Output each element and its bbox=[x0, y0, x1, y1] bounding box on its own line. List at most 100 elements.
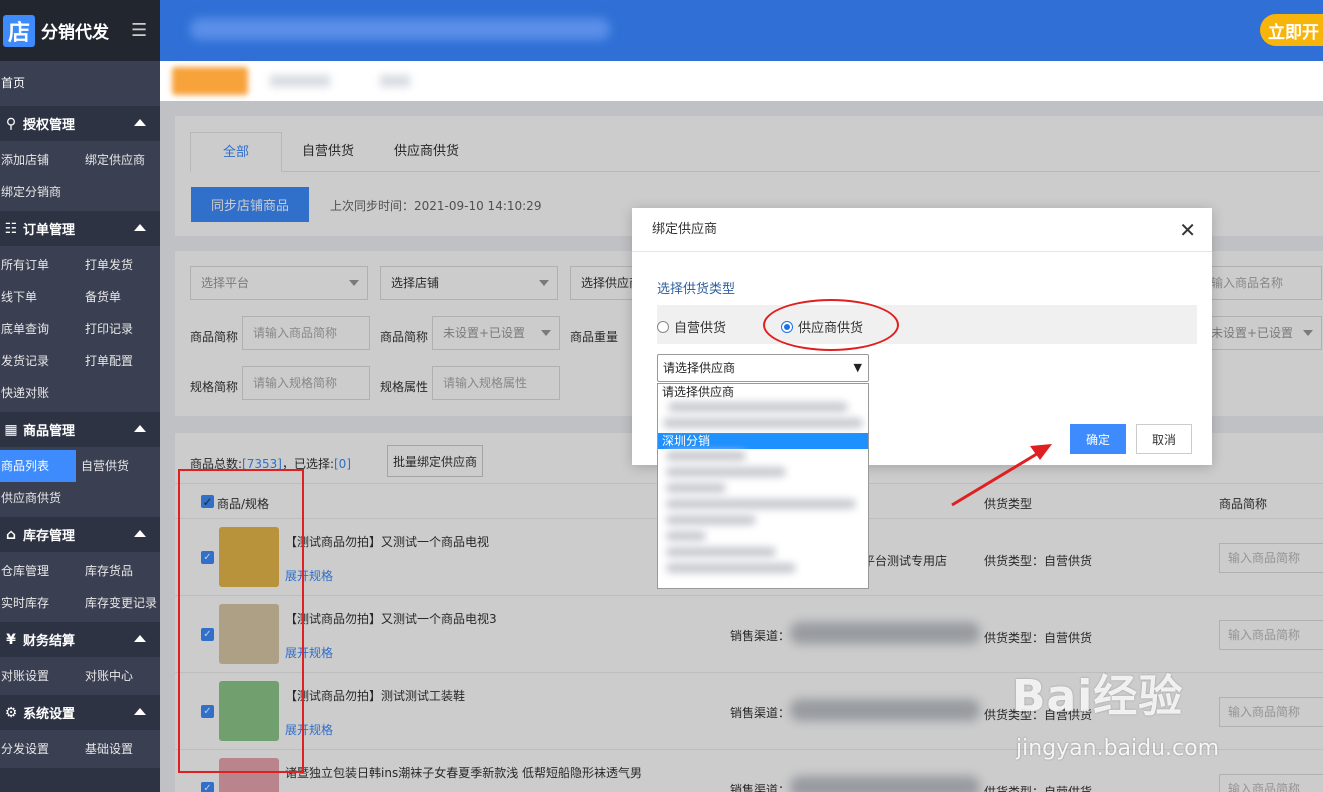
blurred-option[interactable] bbox=[658, 418, 868, 432]
chevron-down-icon: ▼ bbox=[853, 361, 862, 374]
caret-up-icon[interactable] bbox=[134, 224, 146, 231]
sidebar-item bbox=[80, 176, 160, 208]
nav-row: 快递对账 bbox=[0, 377, 160, 409]
nav-row: 所有订单 打单发货 bbox=[0, 249, 160, 281]
nav-group-title: 订单管理 bbox=[23, 223, 76, 238]
blurred-banner bbox=[190, 18, 610, 40]
caret-up-icon[interactable] bbox=[134, 425, 146, 432]
home-icon: ⌂ bbox=[5, 526, 17, 543]
supply-type-radio-group: 自营供货 供应商供货 bbox=[657, 305, 1197, 344]
sidebar-item[interactable]: 对账中心 bbox=[80, 660, 160, 692]
app-logo: 店 分销代发 ☰ bbox=[0, 0, 160, 61]
close-icon[interactable]: ✕ bbox=[1179, 208, 1196, 252]
yen-icon: ¥ bbox=[6, 631, 16, 648]
confirm-button[interactable]: 确定 bbox=[1070, 424, 1126, 454]
nav-group-2[interactable]: ▦ 商品管理 bbox=[0, 412, 160, 447]
nav-group-title: 授权管理 bbox=[23, 118, 76, 133]
sidebar-item[interactable]: 库存货品 bbox=[80, 555, 160, 587]
nav-row: 实时库存 库存变更记录 bbox=[0, 587, 160, 619]
sidebar-item[interactable]: 仓库管理 bbox=[0, 555, 80, 587]
supplier-select[interactable]: 请选择供应商 ▼ bbox=[657, 354, 869, 382]
cancel-button[interactable]: 取消 bbox=[1136, 424, 1192, 454]
nav-group-body: 商品列表 自营供货 供应商供货 bbox=[0, 447, 160, 517]
sidebar: 店 分销代发 ☰ 首页 ⚲ 授权管理添加店铺 绑定供应商 绑定分销商 ☷ 订单管理所有订单… bbox=[0, 0, 160, 792]
sidebar-item[interactable]: 供应商供货 bbox=[0, 482, 80, 514]
blurred-option[interactable] bbox=[658, 451, 868, 465]
annotation-ellipse bbox=[763, 299, 899, 351]
sidebar-item[interactable]: 备货单 bbox=[80, 281, 160, 313]
nav-group-body: 仓库管理 库存货品 实时库存 库存变更记录 bbox=[0, 552, 160, 622]
supplier-dropdown-list: 请选择供应商 深圳分销 bbox=[657, 383, 869, 589]
sidebar-item[interactable]: 商品列表 bbox=[0, 450, 76, 482]
blurred-tab[interactable] bbox=[380, 75, 410, 87]
order-icon: ☷ bbox=[4, 220, 18, 237]
annotation-rectangle bbox=[178, 469, 304, 773]
nav-group-title: 库存管理 bbox=[23, 529, 76, 544]
dialog-header: 绑定供应商 ✕ bbox=[632, 208, 1212, 252]
nav-row: 供应商供货 bbox=[0, 482, 160, 514]
nav-group-4[interactable]: ¥ 财务结算 bbox=[0, 622, 160, 657]
sidebar-item[interactable]: 对账设置 bbox=[0, 660, 80, 692]
caret-up-icon[interactable] bbox=[134, 530, 146, 537]
sidebar-item[interactable]: 实时库存 bbox=[0, 587, 80, 619]
grid-icon: ▦ bbox=[4, 421, 18, 438]
caret-up-icon[interactable] bbox=[134, 635, 146, 642]
blurred-option[interactable] bbox=[658, 531, 868, 545]
caret-up-icon[interactable] bbox=[134, 708, 146, 715]
blurred-tab[interactable] bbox=[270, 75, 330, 87]
nav-group-body: 分发设置 基础设置 bbox=[0, 730, 160, 768]
watermark-url: jingyan.baidu.com bbox=[1016, 736, 1220, 761]
upgrade-button[interactable]: 立即开 bbox=[1260, 14, 1323, 46]
blurred-tab-active[interactable] bbox=[172, 67, 248, 95]
dropdown-option[interactable]: 请选择供应商 bbox=[658, 384, 868, 400]
sidebar-item[interactable]: 底单查询 bbox=[0, 313, 80, 345]
nav-group-3[interactable]: ⌂ 库存管理 bbox=[0, 517, 160, 552]
dialog-title: 绑定供应商 bbox=[652, 222, 718, 237]
sidebar-item[interactable]: 打单发货 bbox=[80, 249, 160, 281]
sidebar-item[interactable]: 分发设置 bbox=[0, 733, 80, 765]
blurred-option[interactable] bbox=[658, 499, 868, 513]
sidebar-item bbox=[80, 482, 160, 514]
baidu-watermark: Bai经验 bbox=[1012, 660, 1183, 724]
nav-row: 分发设置 基础设置 bbox=[0, 733, 160, 765]
nav-group-title: 系统设置 bbox=[23, 707, 76, 722]
sidebar-item[interactable]: 添加店铺 bbox=[0, 144, 80, 176]
dropdown-option-selected[interactable]: 深圳分销 bbox=[658, 433, 868, 449]
nav-row: 对账设置 对账中心 bbox=[0, 660, 160, 692]
blurred-option[interactable] bbox=[658, 515, 868, 529]
nav-row: 添加店铺 绑定供应商 bbox=[0, 144, 160, 176]
sidebar-item[interactable]: 基础设置 bbox=[80, 733, 160, 765]
sidebar-item[interactable]: 发货记录 bbox=[0, 345, 80, 377]
nav-row: 线下单 备货单 bbox=[0, 281, 160, 313]
sidebar-item[interactable]: 自营供货 bbox=[76, 450, 156, 482]
caret-up-icon[interactable] bbox=[134, 119, 146, 126]
sidebar-item[interactable]: 所有订单 bbox=[0, 249, 80, 281]
radio-self-supply[interactable]: 自营供货 bbox=[657, 317, 726, 336]
sidebar-item[interactable]: 打印记录 bbox=[80, 313, 160, 345]
settings-icon: ⚙ bbox=[4, 704, 18, 721]
radio-circle-icon[interactable] bbox=[657, 320, 669, 333]
nav-group-1[interactable]: ☷ 订单管理 bbox=[0, 211, 160, 246]
nav-group-0[interactable]: ⚲ 授权管理 bbox=[0, 106, 160, 141]
sidebar-item[interactable]: 绑定供应商 bbox=[80, 144, 160, 176]
sidebar-item[interactable]: 快递对账 bbox=[0, 377, 80, 409]
sidebar-item[interactable]: 打单配置 bbox=[80, 345, 160, 377]
blurred-option[interactable] bbox=[658, 563, 868, 577]
blurred-option[interactable] bbox=[658, 467, 868, 481]
nav-group-body: 对账设置 对账中心 bbox=[0, 657, 160, 695]
sidebar-item[interactable]: 线下单 bbox=[0, 281, 80, 313]
nav-group-5[interactable]: ⚙ 系统设置 bbox=[0, 695, 160, 730]
app-name: 分销代发 bbox=[41, 23, 109, 43]
menu-collapse-icon[interactable]: ☰ bbox=[131, 20, 147, 41]
sidebar-item[interactable]: 库存变更记录 bbox=[80, 587, 160, 619]
sidebar-item-home[interactable]: 首页 bbox=[0, 61, 160, 106]
blurred-option[interactable] bbox=[658, 402, 868, 416]
blurred-option[interactable] bbox=[658, 547, 868, 561]
blurred-option[interactable] bbox=[658, 483, 868, 497]
nav-group-body: 所有订单 打单发货 线下单 备货单 底单查询 打印记录 发货记录 打单配置 快递对账 bbox=[0, 246, 160, 412]
sidebar-item[interactable]: 绑定分销商 bbox=[0, 176, 80, 208]
nav-row: 商品列表 自营供货 bbox=[0, 450, 160, 482]
nav-row: 绑定分销商 bbox=[0, 176, 160, 208]
user-icon: ⚲ bbox=[5, 115, 17, 132]
nav-group-title: 商品管理 bbox=[23, 424, 76, 439]
